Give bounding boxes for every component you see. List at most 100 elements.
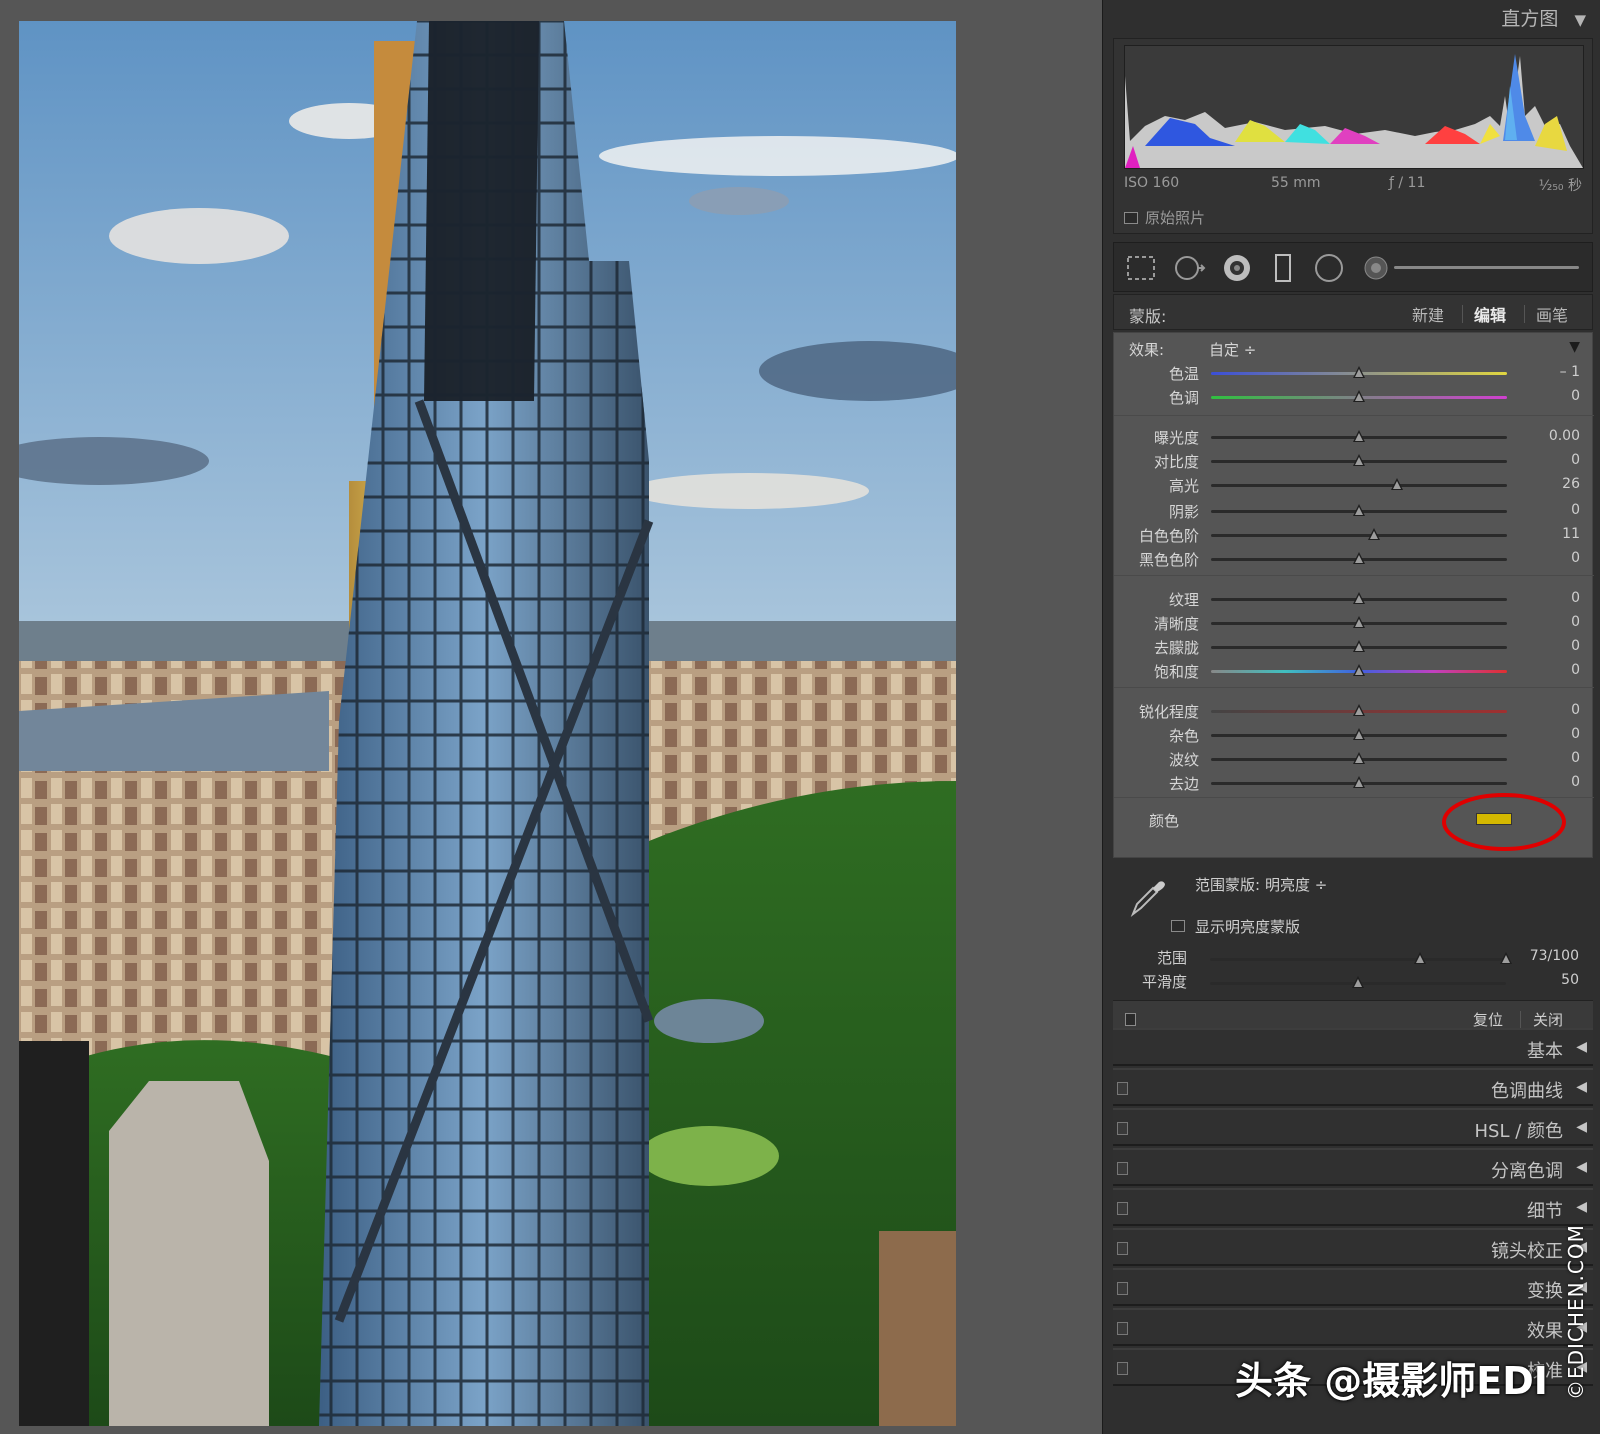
slider-value[interactable]: 0 [1571,638,1580,654]
slider-thumb[interactable] [1353,454,1365,466]
range-slider-track[interactable] [1210,958,1506,961]
panel-toggle-switch[interactable] [1117,1322,1128,1335]
slider-thumb[interactable] [1353,552,1365,564]
radial-filter-icon[interactable] [1312,251,1346,285]
slider-value[interactable]: 0 [1571,388,1580,404]
slider-row[interactable]: 锐化程度 0 [1114,699,1594,723]
slider-value[interactable]: 0 [1571,452,1580,468]
close-button[interactable]: 关闭 [1533,1009,1563,1030]
red-eye-icon[interactable] [1220,251,1254,285]
slider-track[interactable] [1211,484,1507,487]
slider-value[interactable]: 0 [1571,662,1580,678]
slider-thumb[interactable] [1353,592,1365,604]
slider-thumb[interactable] [1353,504,1365,516]
slider-row[interactable]: 高光 26 [1114,473,1594,497]
slider-row[interactable]: 阴影 0 [1114,499,1594,523]
panel-toggle-switch[interactable] [1117,1122,1128,1135]
mask-brush-button[interactable]: 画笔 [1536,302,1568,326]
show-luminance-mask-checkbox[interactable] [1171,920,1185,932]
slider-thumb[interactable] [1353,430,1365,442]
slider-value[interactable]: 0 [1571,590,1580,606]
panel-header[interactable]: 效果 ◀ [1113,1308,1593,1346]
panel-header[interactable]: 镜头校正 ◀ [1113,1228,1593,1266]
panel-toggle-switch[interactable] [1117,1362,1128,1375]
slider-thumb[interactable] [1353,616,1365,628]
panel-header[interactable]: 色调曲线 ◀ [1113,1068,1593,1106]
range-low-thumb[interactable] [1414,952,1427,964]
range-high-thumb[interactable] [1500,952,1512,964]
slider-thumb[interactable] [1353,366,1365,378]
slider-value[interactable]: 0 [1571,702,1580,718]
photo-canvas[interactable] [0,0,1102,1434]
panel-toggle-switch[interactable] [1117,1162,1128,1175]
smoothness-label: 平滑度 [1141,973,1187,991]
slider-thumb[interactable] [1367,528,1380,540]
expand-arrow-icon[interactable]: ◀ [1576,1079,1587,1095]
panel-toggle-switch[interactable] [1117,1202,1128,1215]
panel-toggle-switch[interactable] [1125,1013,1136,1026]
slider-thumb[interactable] [1353,728,1365,740]
expand-arrow-icon[interactable]: ◀ [1576,1039,1587,1055]
slider-row[interactable]: 色调 0 [1114,385,1594,409]
effect-collapse-icon[interactable]: ▼ [1569,339,1580,355]
slider-thumb[interactable] [1391,478,1404,490]
slider-row[interactable]: 杂色 0 [1114,723,1594,747]
slider-value[interactable]: – 1 [1560,364,1580,380]
smoothness-thumb[interactable] [1352,976,1364,988]
adjustment-brush-icon[interactable] [1359,251,1393,285]
original-photo-toggle[interactable]: 原始照片 [1124,207,1205,228]
slider-thumb[interactable] [1353,640,1365,652]
slider-thumb[interactable] [1353,664,1365,676]
panel-toggle-switch[interactable] [1117,1242,1128,1255]
slider-label: 对比度 [1153,453,1199,471]
slider-row[interactable]: 黑色色阶 0 [1114,547,1594,571]
range-mask-type-dropdown[interactable]: 明亮度 ÷ [1265,874,1327,895]
panel-toggle-switch[interactable] [1117,1082,1128,1095]
reset-button[interactable]: 复位 [1473,1009,1503,1030]
mask-new-button[interactable]: 新建 [1412,302,1444,326]
slider-row[interactable]: 去朦胧 0 [1114,635,1594,659]
crop-icon[interactable] [1124,251,1158,285]
graduated-filter-icon[interactable] [1266,251,1300,285]
panel-header[interactable]: 分离色调 ◀ [1113,1148,1593,1186]
slider-thumb[interactable] [1353,752,1365,764]
mask-edit-button[interactable]: 编辑 [1474,302,1506,326]
histogram-header[interactable]: 直方图 ▼ [1501,4,1586,34]
photo-preview[interactable] [19,21,956,1426]
collapse-triangle-icon[interactable]: ▼ [1574,11,1586,29]
brush-size-slider[interactable] [1394,266,1579,269]
slider-row[interactable]: 对比度 0 [1114,449,1594,473]
slider-track[interactable] [1211,534,1507,537]
panel-header[interactable]: 细节 ◀ [1113,1188,1593,1226]
panel-header[interactable]: HSL / 颜色 ◀ [1113,1108,1593,1146]
slider-row[interactable]: 清晰度 0 [1114,611,1594,635]
panel-toggle-switch[interactable] [1117,1282,1128,1295]
slider-row[interactable]: 饱和度 0 [1114,659,1594,683]
slider-value[interactable]: 0.00 [1549,428,1580,444]
slider-row[interactable]: 纹理 0 [1114,587,1594,611]
eyedropper-icon[interactable] [1127,876,1169,918]
spot-removal-icon[interactable] [1172,251,1206,285]
histogram-graph[interactable] [1124,45,1584,169]
slider-row[interactable]: 色温 – 1 [1114,361,1594,385]
slider-row[interactable]: 波纹 0 [1114,747,1594,771]
slider-value[interactable]: 0 [1571,774,1580,790]
slider-value[interactable]: 0 [1571,550,1580,566]
slider-value[interactable]: 26 [1562,476,1580,492]
original-photo-checkbox[interactable] [1124,211,1138,224]
slider-thumb[interactable] [1353,776,1365,788]
effect-preset-dropdown[interactable]: 自定 ÷ [1209,339,1256,360]
slider-value[interactable]: 11 [1562,526,1580,542]
panel-header[interactable]: 基本 ◀ [1113,1028,1593,1066]
slider-row[interactable]: 白色色阶 11 [1114,523,1594,547]
original-photo-label: 原始照片 [1145,209,1206,227]
slider-value[interactable]: 0 [1571,614,1580,630]
panel-label: 效果 [1527,1321,1563,1342]
panel-header[interactable]: 变换 ◀ [1113,1268,1593,1306]
slider-thumb[interactable] [1353,390,1365,402]
slider-value[interactable]: 0 [1571,726,1580,742]
slider-value[interactable]: 0 [1571,502,1580,518]
slider-thumb[interactable] [1353,704,1365,716]
slider-row[interactable]: 曝光度 0.00 [1114,425,1594,449]
slider-value[interactable]: 0 [1571,750,1580,766]
